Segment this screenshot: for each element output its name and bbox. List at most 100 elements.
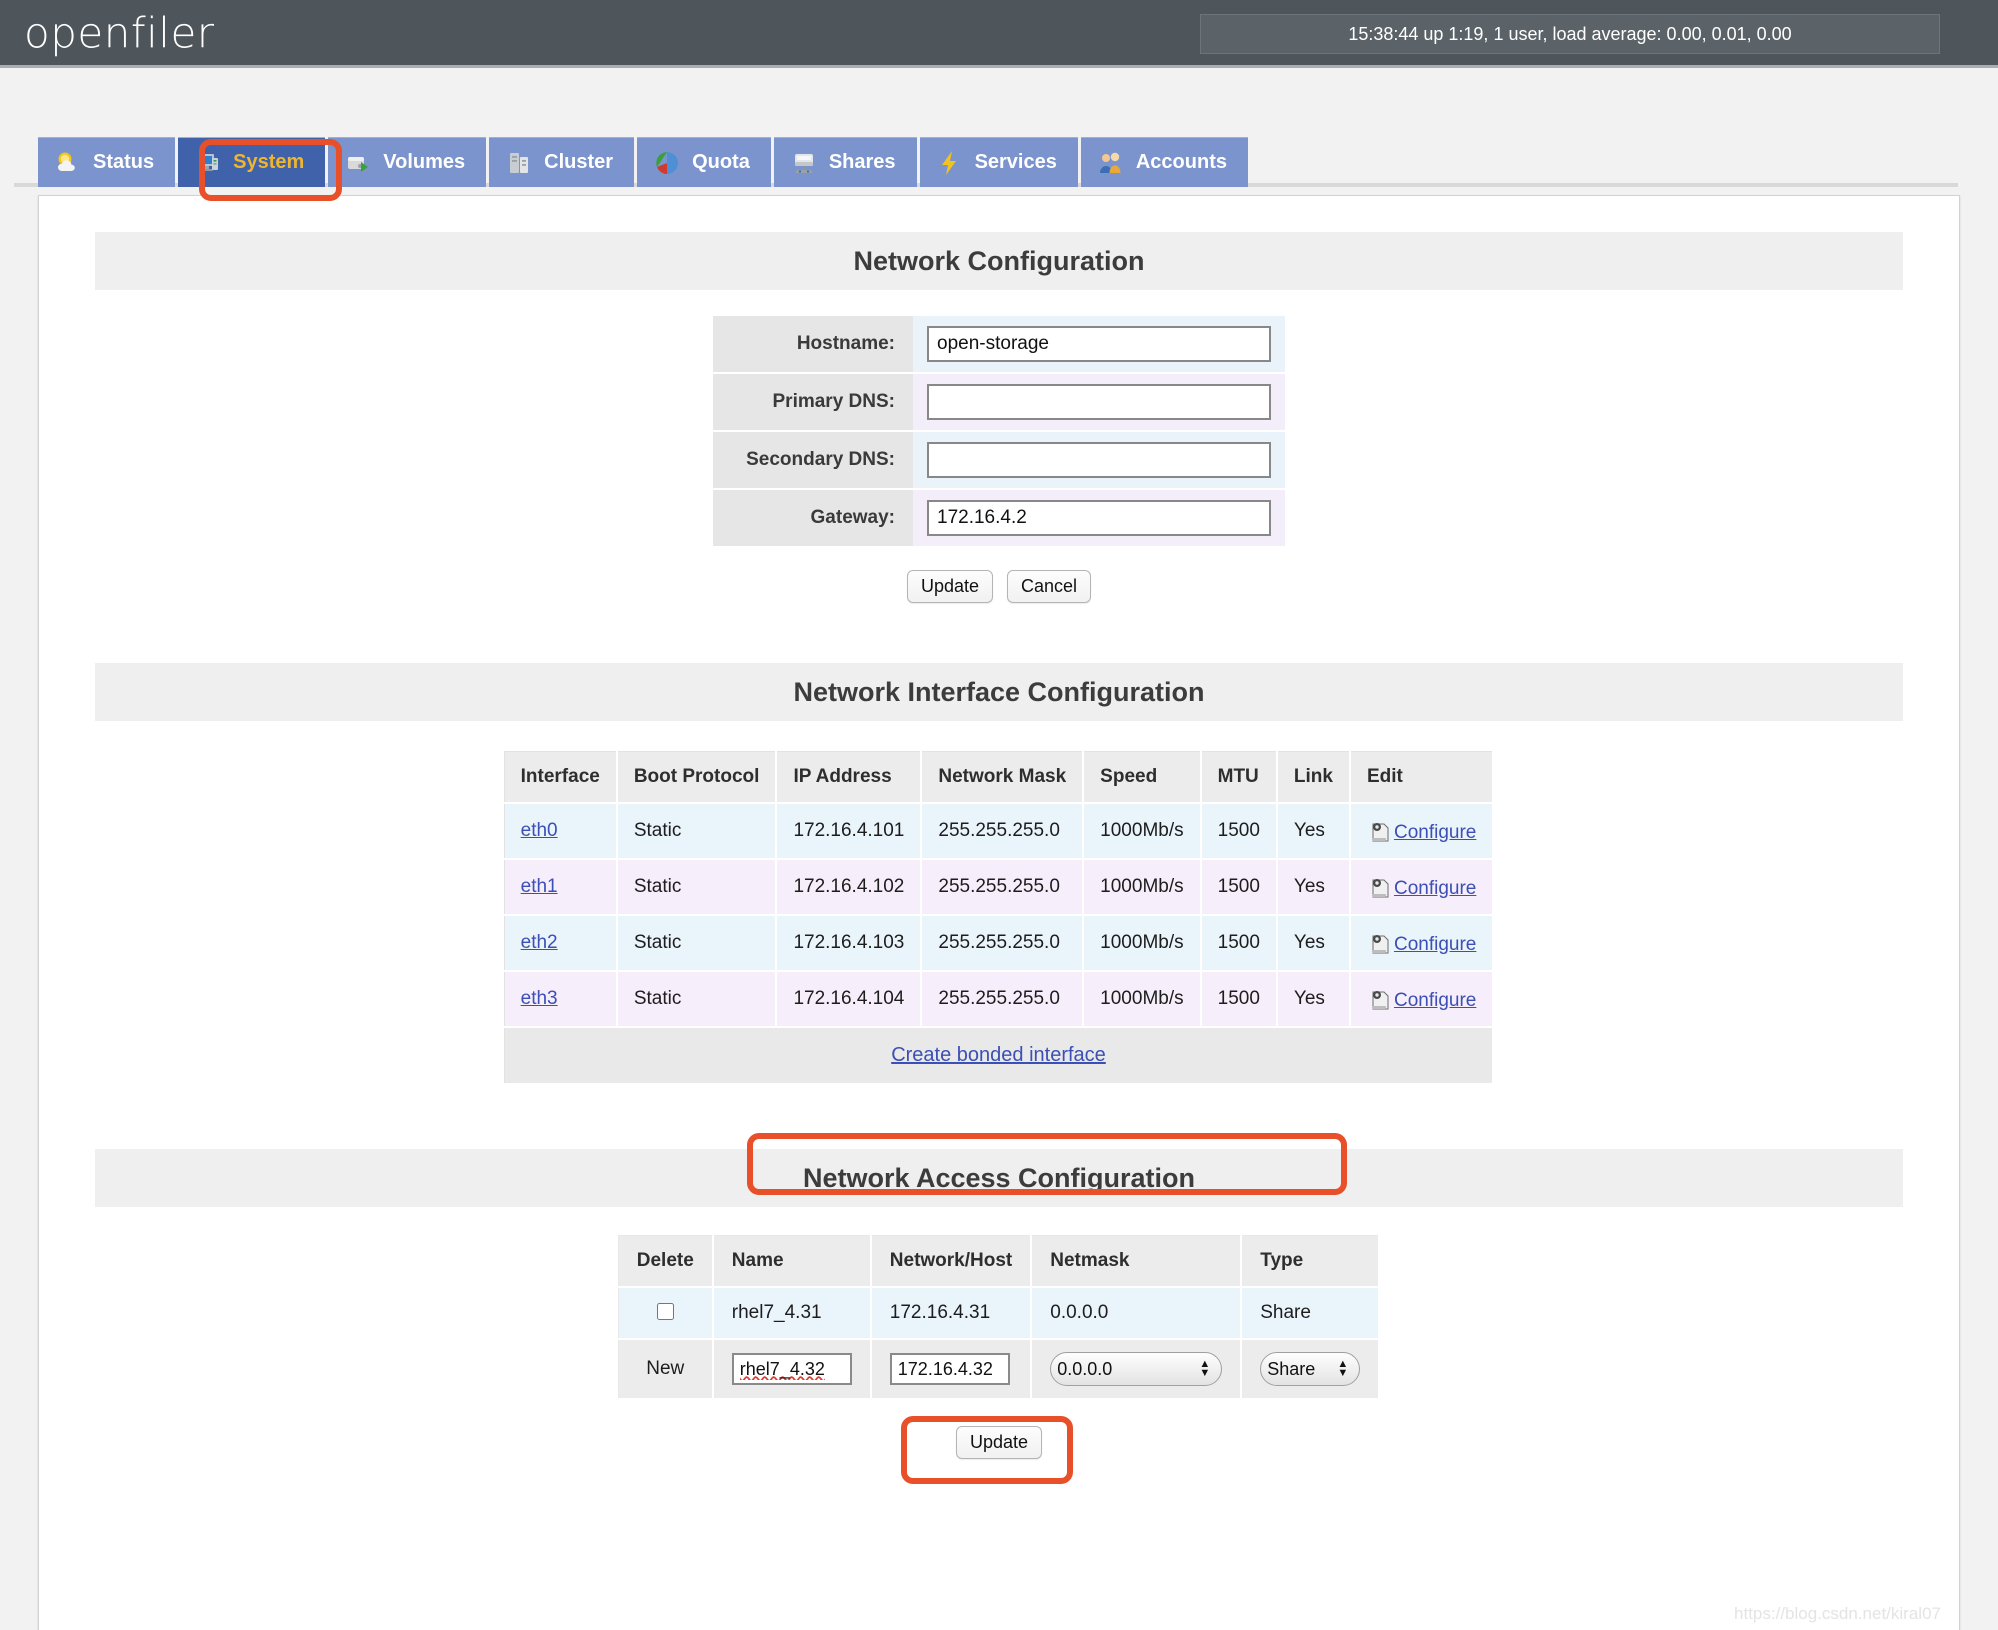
servers-icon <box>505 149 533 177</box>
form-row: Hostname: <box>713 316 1285 374</box>
lightning-bolt-icon <box>936 149 964 177</box>
access-table-header-row: Delete Name Network/Host Netmask Type <box>618 1235 1381 1288</box>
network-config-update-button[interactable]: Update <box>906 570 993 603</box>
nav-tab-cluster[interactable]: Cluster <box>489 137 635 187</box>
nav-tab-accounts[interactable]: Accounts <box>1080 137 1248 187</box>
network-share-icon <box>790 149 818 177</box>
interface-col-header: Interface <box>504 751 618 804</box>
network-config-cancel-button[interactable]: Cancel <box>1007 570 1092 603</box>
interface-cell-ip: 172.16.4.103 <box>776 915 923 972</box>
openfiler-logo: openfiler <box>24 8 215 57</box>
interface-cell-interface: eth1 <box>504 859 618 916</box>
network-config-title: Network Configuration <box>853 245 1145 276</box>
weather-sun-cloud-icon <box>54 149 82 177</box>
nav-tab-label: Accounts <box>1135 151 1227 173</box>
network-config-buttons: Update Cancel <box>63 570 1935 603</box>
interface-link-eth3[interactable]: eth3 <box>521 988 558 1009</box>
access-col-header: Netmask <box>1031 1235 1243 1288</box>
interface-cell-edit: Configure <box>1349 971 1495 1028</box>
uptime-status: 15:38:44 up 1:19, 1 user, load average: … <box>1200 14 1940 54</box>
interface-cell-link: Yes <box>1276 915 1351 972</box>
field-cell <box>913 316 1285 374</box>
hostname-input[interactable] <box>927 326 1271 362</box>
nav-tab-status[interactable]: Status <box>38 137 176 187</box>
configure-link[interactable]: Configure <box>1394 822 1476 844</box>
nav-tab-services[interactable]: Services <box>919 137 1078 187</box>
interface-link-eth0[interactable]: eth0 <box>521 820 558 841</box>
configure-link[interactable]: Configure <box>1394 990 1476 1012</box>
access-new-type-cell: ShareDeny▲▼ <box>1241 1339 1381 1400</box>
access-config-buttons: Update <box>63 1426 1935 1459</box>
access-new-name-input[interactable] <box>731 1353 852 1385</box>
access-new-netmask-select[interactable]: 0.0.0.0255.0.0.0255.255.0.0255.255.255.0… <box>1050 1352 1223 1386</box>
watermark-text: https://blog.csdn.net/kiral07 <box>1734 1604 1941 1623</box>
access-config-update-button[interactable]: Update <box>955 1426 1043 1459</box>
interface-config-header: Network Interface Configuration <box>95 663 1903 721</box>
interface-cell-mask: 255.255.255.0 <box>921 803 1085 860</box>
access-new-host-cell <box>870 1339 1033 1400</box>
delete-checkbox[interactable] <box>657 1303 675 1320</box>
nav-tab-list: Status System Volumes Cluster Quota Shares Ser… <box>38 137 1248 187</box>
field-label: Primary DNS: <box>713 373 913 432</box>
access-col-header: Name <box>712 1235 872 1288</box>
interface-cell-boot: Static <box>616 971 778 1028</box>
pie-chart-icon <box>653 149 681 177</box>
interface-col-header: Speed <box>1083 751 1202 804</box>
nav-tab-label: Cluster <box>544 151 614 173</box>
nav-tab-label: Shares <box>828 151 896 173</box>
computer-icon <box>194 149 222 177</box>
disk-arrow-icon <box>344 149 372 177</box>
interface-table-header-row: Interface Boot Protocol IP Address Network … <box>504 751 1495 804</box>
interface-cell-mtu: 1500 <box>1200 971 1278 1028</box>
gear-document-icon <box>1367 930 1393 956</box>
app-header: openfiler 15:38:44 up 1:19, 1 user, load… <box>0 0 1998 68</box>
interface-cell-speed: 1000Mb/s <box>1083 971 1202 1028</box>
configure-link[interactable]: Configure <box>1394 934 1476 956</box>
field-cell <box>913 489 1285 548</box>
access-new-row: New 0.0.0.0255.0.0.0255.255.0.0255.255.25… <box>618 1339 1381 1400</box>
nav-tab-volumes[interactable]: Volumes <box>328 137 487 187</box>
field-label: Gateway: <box>713 489 913 548</box>
interface-cell-ip: 172.16.4.104 <box>776 971 923 1028</box>
nav-tab-quota[interactable]: Quota <box>637 137 771 187</box>
configure-link[interactable]: Configure <box>1394 878 1476 900</box>
nav-tab-label: Quota <box>692 151 750 173</box>
interface-table-row: eth0 Static 172.16.4.101 255.255.255.0 1000M… <box>504 803 1495 860</box>
nav-tab-system[interactable]: System <box>178 137 326 187</box>
interface-col-header: Link <box>1276 751 1351 804</box>
uptime-text: 15:38:44 up 1:19, 1 user, load average: … <box>1348 23 1792 44</box>
gateway-input[interactable] <box>927 500 1271 536</box>
interface-link-eth2[interactable]: eth2 <box>521 932 558 953</box>
interface-cell-mtu: 1500 <box>1200 859 1278 916</box>
nav-tab-label: Volumes <box>383 151 466 173</box>
interface-cell-interface: eth3 <box>504 971 618 1028</box>
access-new-name-cell <box>712 1339 872 1400</box>
interface-col-header: Boot Protocol <box>616 751 778 804</box>
form-row: Primary DNS: <box>713 373 1285 432</box>
interface-link-eth1[interactable]: eth1 <box>521 876 558 897</box>
create-bonded-interface-link[interactable]: Create bonded interface <box>891 1044 1106 1066</box>
field-cell <box>913 431 1285 490</box>
interface-cell-mask: 255.255.255.0 <box>921 915 1085 972</box>
access-cell-name: rhel7_4.31 <box>712 1287 872 1340</box>
interface-cell-mtu: 1500 <box>1200 915 1278 972</box>
access-table: Delete Name Network/Host Netmask Type rhel7_… <box>617 1235 1381 1400</box>
nav-tab-shares[interactable]: Shares <box>773 137 917 187</box>
interface-col-header: Network Mask <box>921 751 1085 804</box>
network-config-header: Network Configuration <box>95 232 1903 290</box>
access-col-header: Type <box>1241 1235 1381 1288</box>
access-new-type-select[interactable]: ShareDeny <box>1260 1352 1361 1386</box>
interface-table-row: eth3 Static 172.16.4.104 255.255.255.0 1000M… <box>504 971 1495 1028</box>
access-new-host-input[interactable] <box>889 1353 1010 1385</box>
interface-col-header: IP Address <box>776 751 923 804</box>
secondary-dns-input[interactable] <box>927 442 1271 478</box>
access-cell-netmask: 0.0.0.0 <box>1031 1287 1243 1340</box>
access-cell-delete <box>618 1287 714 1340</box>
interface-cell-mask: 255.255.255.0 <box>921 971 1085 1028</box>
primary-dns-input[interactable] <box>927 384 1271 420</box>
interface-cell-speed: 1000Mb/s <box>1083 915 1202 972</box>
interface-cell-link: Yes <box>1276 859 1351 916</box>
interface-cell-mtu: 1500 <box>1200 803 1278 860</box>
gear-document-icon <box>1367 986 1393 1012</box>
users-icon <box>1097 149 1125 177</box>
